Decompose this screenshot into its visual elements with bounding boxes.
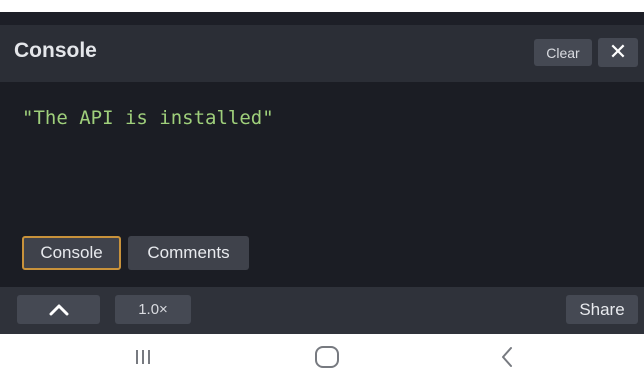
bottom-toolbar: 1.0× Share (0, 287, 644, 334)
speed-button[interactable]: 1.0× (115, 295, 191, 324)
console-header: Console Clear ✕ (0, 25, 644, 82)
expand-button[interactable] (17, 295, 100, 324)
back-button[interactable] (477, 336, 537, 378)
console-tabs: Console Comments (0, 231, 644, 287)
recents-icon (136, 350, 150, 364)
share-button[interactable]: Share (566, 295, 638, 324)
chevron-up-icon (49, 304, 68, 315)
clear-button[interactable]: Clear (534, 39, 592, 66)
tab-comments[interactable]: Comments (128, 236, 249, 270)
close-icon: ✕ (608, 40, 628, 65)
tab-console[interactable]: Console (22, 236, 121, 270)
home-button[interactable] (297, 336, 357, 378)
back-icon (502, 347, 512, 367)
top-strip (0, 0, 644, 12)
close-button[interactable]: ✕ (598, 38, 638, 67)
console-panel: Console Clear ✕ "The API is installed" C… (0, 25, 644, 287)
recents-button[interactable] (113, 336, 173, 378)
editor-edge (0, 12, 644, 26)
output-line: "The API is installed" (22, 107, 274, 129)
console-output: "The API is installed" (0, 82, 644, 227)
home-icon (315, 346, 339, 368)
console-title: Console (14, 39, 97, 62)
system-navbar (0, 334, 644, 380)
